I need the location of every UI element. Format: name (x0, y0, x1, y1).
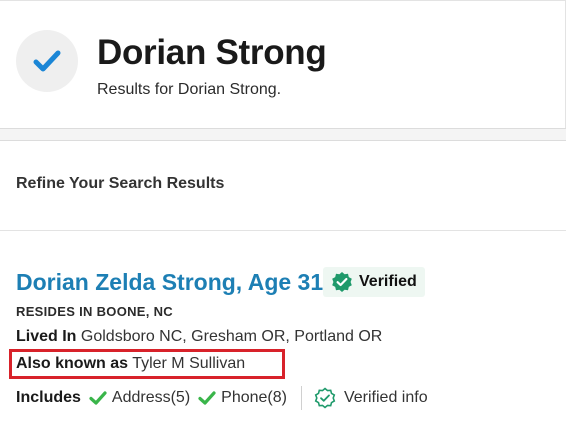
includes-row: Includes Address(5) Phone(8) Verified in… (16, 386, 428, 410)
divider (300, 386, 302, 410)
lived-in-label: Lived In (16, 328, 77, 345)
include-phone: Phone(8) (198, 389, 287, 407)
search-check-badge (16, 30, 78, 92)
include-address: Address(5) (89, 389, 190, 407)
search-header: Dorian Strong Results for Dorian Strong. (0, 0, 566, 129)
aka-value: Tyler M Sullivan (132, 355, 246, 372)
checkmark-icon (33, 50, 61, 72)
result-card: Dorian Zelda Strong, Age 31 Verified RES… (0, 231, 566, 433)
verified-outline-icon (314, 387, 336, 409)
results-subtitle: Results for Dorian Strong. (97, 81, 282, 98)
aka-row: Also known as Tyler M Sullivan (16, 355, 245, 373)
lived-in-row: Lived In Goldsboro NC, Gresham OR, Portl… (16, 328, 382, 346)
check-icon (198, 391, 216, 405)
person-name-link[interactable]: Dorian Zelda Strong, Age 31 (16, 268, 323, 296)
verified-label: Verified (359, 273, 417, 290)
verified-seal-icon (332, 272, 352, 292)
page-title: Dorian Strong (97, 33, 327, 72)
refine-section[interactable]: Refine Your Search Results (0, 141, 566, 231)
verified-badge: Verified (323, 267, 425, 297)
include-phone-label: Phone(8) (221, 389, 287, 406)
include-address-label: Address(5) (111, 389, 191, 406)
resides-in: RESIDES IN BOONE, NC (16, 304, 173, 319)
section-divider (0, 128, 566, 141)
verified-info: Verified info (314, 387, 428, 409)
lived-in-value: Goldsboro NC, Gresham OR, Portland OR (80, 328, 383, 345)
verified-info-label: Verified info (343, 389, 428, 406)
check-icon (89, 391, 107, 405)
aka-label: Also known as (16, 355, 129, 372)
refine-title[interactable]: Refine Your Search Results (16, 175, 224, 193)
includes-label: Includes (16, 389, 81, 406)
